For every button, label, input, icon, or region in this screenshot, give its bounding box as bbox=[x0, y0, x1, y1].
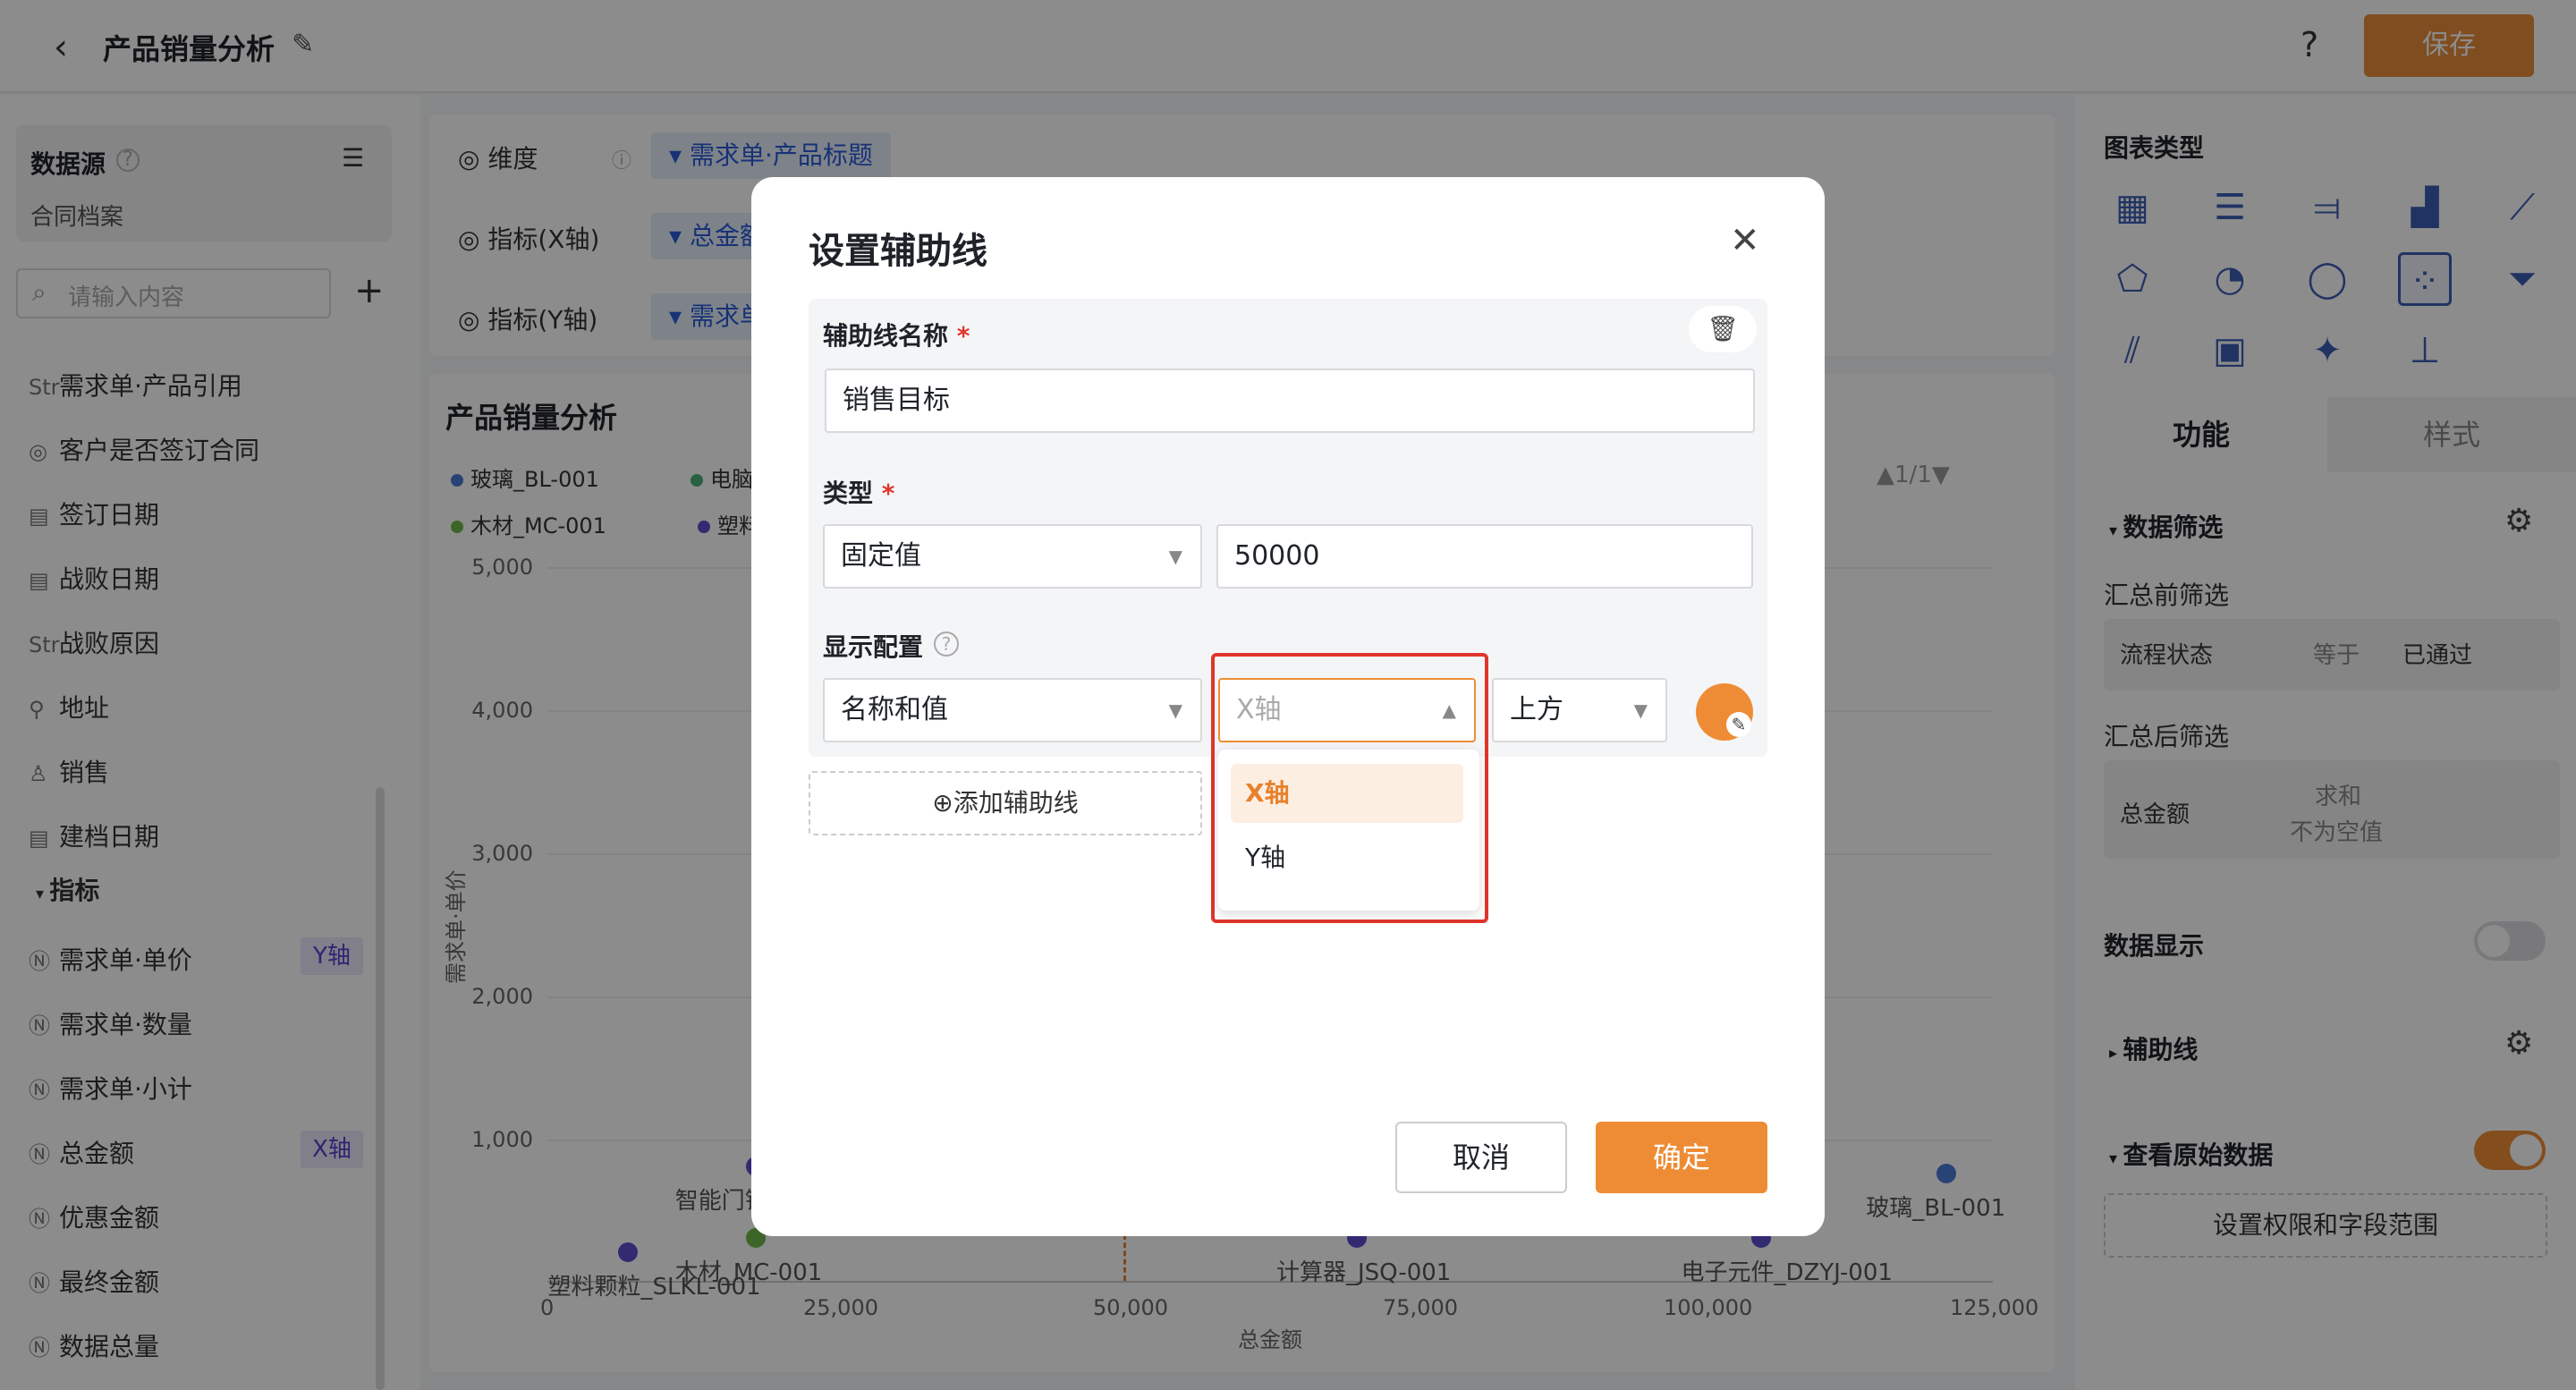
help-icon: ? bbox=[934, 631, 959, 657]
delete-icon[interactable]: 🗑 bbox=[1689, 306, 1757, 352]
fixed-value-input[interactable]: 50000 bbox=[1216, 524, 1753, 589]
display-mode-select[interactable]: 名称和值 ▼ bbox=[823, 678, 1202, 742]
confirm-button[interactable]: 确定 bbox=[1596, 1122, 1767, 1193]
axis-option-x[interactable]: X轴 bbox=[1231, 764, 1463, 823]
chevron-down-icon: ▼ bbox=[1168, 699, 1182, 721]
position-select[interactable]: 上方 ▼ bbox=[1492, 678, 1667, 742]
axis-option-y[interactable]: Y轴 bbox=[1231, 828, 1463, 887]
line-name-input[interactable]: 销售目标 bbox=[825, 369, 1755, 433]
name-label: 辅助线名称 * bbox=[823, 321, 970, 351]
display-config-label: 显示配置 bbox=[823, 632, 924, 662]
type-label: 类型 * bbox=[823, 479, 895, 508]
close-icon[interactable]: ✕ bbox=[1730, 220, 1760, 261]
chevron-down-icon: ▼ bbox=[1633, 699, 1648, 721]
add-aux-line-button[interactable]: ⊕添加辅助线 bbox=[809, 771, 1202, 835]
pen-icon[interactable]: ✎ bbox=[1726, 712, 1751, 737]
chevron-down-icon: ▼ bbox=[1168, 546, 1182, 567]
add-circle-icon: ⊕ bbox=[932, 788, 953, 818]
cancel-button[interactable]: 取消 bbox=[1395, 1122, 1567, 1193]
type-select[interactable]: 固定值 ▼ bbox=[823, 524, 1202, 589]
dialog-title: 设置辅助线 bbox=[809, 231, 987, 272]
